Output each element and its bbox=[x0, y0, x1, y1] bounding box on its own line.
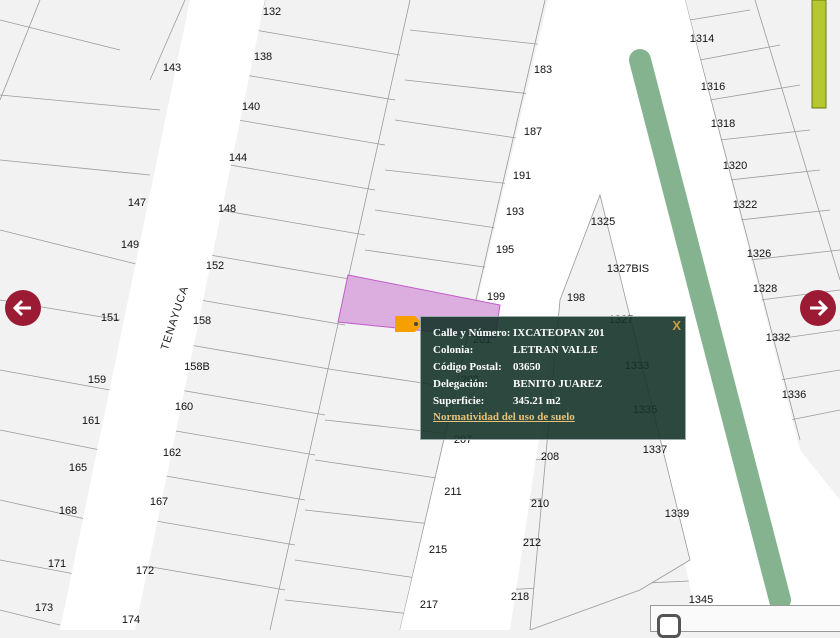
lot-number: 195 bbox=[495, 244, 515, 256]
lot-number: 191 bbox=[512, 170, 532, 182]
lot-number: 151 bbox=[100, 312, 120, 324]
lot-number: 1314 bbox=[689, 33, 715, 45]
lot-number: 1316 bbox=[700, 81, 726, 93]
info-row: Código Postal: 03650 bbox=[433, 361, 541, 373]
yellow-corridor bbox=[811, 0, 827, 109]
lot-number: 143 bbox=[162, 62, 182, 74]
arrow-left-icon bbox=[12, 299, 31, 317]
lot-number: 217 bbox=[419, 599, 439, 611]
prev-button[interactable] bbox=[5, 290, 41, 326]
lot-number: 149 bbox=[120, 239, 140, 251]
zoom-out-button[interactable] bbox=[657, 614, 681, 638]
lot-number: 171 bbox=[47, 558, 67, 570]
lot-number: 158 bbox=[192, 315, 212, 327]
lot-number: 1339 bbox=[664, 508, 690, 520]
lot-number: 158B bbox=[184, 361, 210, 373]
zoom-control bbox=[650, 605, 840, 638]
lot-number: 1325 bbox=[590, 216, 616, 228]
info-label: Colonia: bbox=[433, 344, 474, 356]
lot-number: 1318 bbox=[710, 118, 736, 130]
lot-number: 174 bbox=[121, 614, 141, 626]
lot-number: 140 bbox=[241, 101, 261, 113]
info-value: 345.21 m2 bbox=[513, 395, 561, 407]
next-button[interactable] bbox=[800, 290, 836, 326]
land-use-link[interactable]: Normatividad del uso de suelo bbox=[433, 411, 575, 423]
lot-number: 152 bbox=[205, 260, 225, 272]
lot-number: 1327BIS bbox=[606, 263, 650, 275]
lot-number: 138 bbox=[253, 51, 273, 63]
info-row: Colonia: LETRAN VALLE bbox=[433, 344, 598, 356]
info-label: Delegación: bbox=[433, 378, 488, 390]
info-value: LETRAN VALLE bbox=[513, 344, 598, 356]
lot-number: 183 bbox=[533, 64, 553, 76]
lot-number: 168 bbox=[58, 505, 78, 517]
info-row: Superficie: 345.21 m2 bbox=[433, 395, 561, 407]
lot-number: 132 bbox=[262, 6, 282, 18]
parcel-info-popup: X Calle y Número: IXCATEOPAN 201 Colonia: L… bbox=[420, 316, 686, 440]
lot-number: 167 bbox=[149, 496, 169, 508]
info-value: BENITO JUAREZ bbox=[513, 378, 603, 390]
lot-number: 1320 bbox=[722, 160, 748, 172]
lot-number: 187 bbox=[523, 126, 543, 138]
info-value: 03650 bbox=[513, 361, 541, 373]
info-row: Calle y Número: IXCATEOPAN 201 bbox=[433, 327, 605, 339]
lot-number: 1332 bbox=[765, 332, 791, 344]
lot-number: 1328 bbox=[752, 283, 778, 295]
lot-number: 1336 bbox=[781, 389, 807, 401]
lot-number: 172 bbox=[135, 565, 155, 577]
lot-number: 159 bbox=[87, 374, 107, 386]
lot-number: 193 bbox=[505, 206, 525, 218]
info-label: Calle y Número: bbox=[433, 327, 511, 339]
lot-number: 160 bbox=[174, 401, 194, 413]
lot-number: 208 bbox=[540, 451, 560, 463]
lot-number: 211 bbox=[444, 486, 462, 498]
lot-number: 161 bbox=[81, 415, 101, 427]
lot-number: 147 bbox=[127, 197, 147, 209]
lot-number: 199 bbox=[486, 291, 506, 303]
lot-number: 1337 bbox=[642, 444, 668, 456]
lot-number: 162 bbox=[162, 447, 182, 459]
lot-number: 218 bbox=[510, 591, 530, 603]
info-label: Superficie: bbox=[433, 395, 485, 407]
lot-number: 212 bbox=[522, 537, 542, 549]
info-value: IXCATEOPAN 201 bbox=[513, 327, 605, 339]
lot-number: 198 bbox=[566, 292, 586, 304]
close-button[interactable]: X bbox=[672, 318, 681, 333]
lot-number: 1322 bbox=[732, 199, 758, 211]
lot-number: 144 bbox=[228, 152, 248, 164]
lot-number: 173 bbox=[34, 602, 54, 614]
map-canvas[interactable] bbox=[0, 0, 840, 630]
lot-number: 148 bbox=[217, 203, 237, 215]
info-row: Delegación: BENITO JUAREZ bbox=[433, 378, 602, 390]
arrow-right-icon bbox=[810, 299, 829, 317]
lot-number: 210 bbox=[530, 498, 550, 510]
lot-number: 165 bbox=[68, 462, 88, 474]
lot-number: 215 bbox=[428, 544, 448, 556]
info-label: Código Postal: bbox=[433, 361, 502, 373]
lot-number: 1326 bbox=[746, 248, 772, 260]
